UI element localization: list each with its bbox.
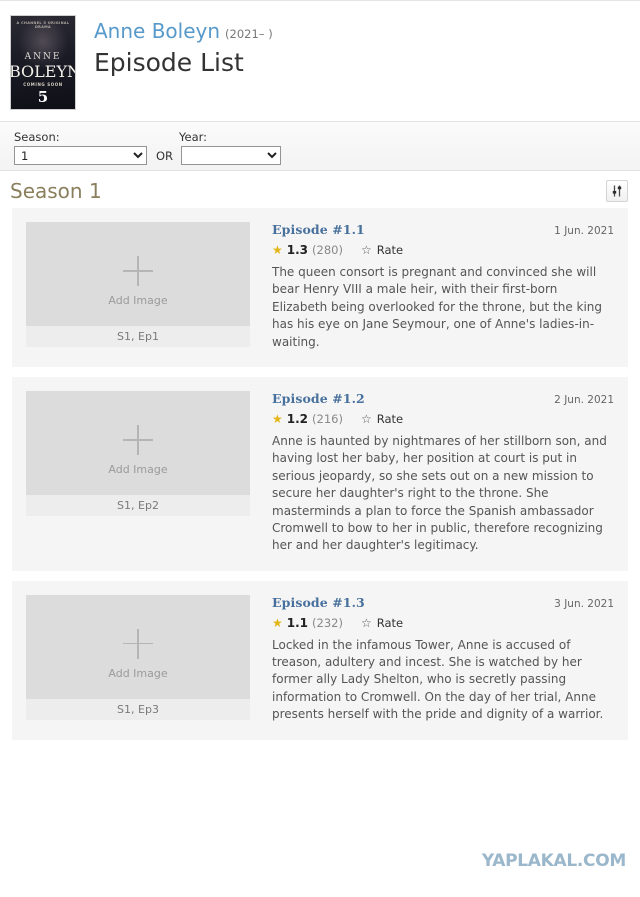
episode-description: The queen consort is pregnant and convin… xyxy=(272,265,603,349)
rate-button[interactable]: ☆ Rate xyxy=(361,616,403,630)
episode-title-link[interactable]: Episode #1.3 xyxy=(272,595,365,610)
season-header-row: Season 1 xyxy=(0,171,640,208)
rate-label: Rate xyxy=(376,615,404,630)
show-poster-thumbnail[interactable]: A CHANNEL 5 ORIGINAL DRAMA ANNE BOLEYN C… xyxy=(10,15,76,110)
episode-list-page: A CHANNEL 5 ORIGINAL DRAMA ANNE BOLEYN C… xyxy=(0,0,640,897)
episode-rating-row: ★ 1.1 (232) ☆ Rate xyxy=(272,616,614,630)
rate-button[interactable]: ☆ Rate xyxy=(361,243,403,257)
episode-rating-count: (232) xyxy=(312,615,343,630)
episode-rating-row: ★ 1.2 (216) ☆ Rate xyxy=(272,412,614,426)
season-label: Season: xyxy=(14,130,60,144)
add-image-placeholder[interactable]: Add Image xyxy=(26,594,250,699)
episode-image-column: Add Image S1, Ep1 xyxy=(26,222,250,351)
season-select[interactable]: 1 xyxy=(14,146,147,166)
episode-air-date: 2 Jun. 2021 xyxy=(554,393,614,406)
episode-image-column: Add Image S1, Ep2 xyxy=(26,390,250,555)
filter-bar: Season: Year: 1 OR xyxy=(0,121,640,171)
star-filled-icon: ★ xyxy=(272,615,283,630)
plus-icon xyxy=(123,628,153,659)
episode-rating-value: 1.2 xyxy=(286,411,309,426)
episode-body: Episode #1.1 1 Jun. 2021 ★ 1.3 (280) ☆ R… xyxy=(250,222,628,351)
episode-image-caption: S1, Ep2 xyxy=(26,494,250,516)
episode-body: Episode #1.2 2 Jun. 2021 ★ 1.2 (216) ☆ R… xyxy=(250,391,628,555)
episode-image-caption: S1, Ep1 xyxy=(26,326,250,347)
episode-air-date: 3 Jun. 2021 xyxy=(554,597,614,610)
poster-coming-soon: Coming Soon xyxy=(23,82,63,87)
or-separator: OR xyxy=(156,148,174,163)
year-label: Year: xyxy=(179,130,208,144)
poster-name-line2: BOLEYN xyxy=(10,62,76,81)
add-image-placeholder[interactable]: Add Image xyxy=(26,222,250,326)
plus-icon xyxy=(123,424,153,455)
poster-tagline: A CHANNEL 5 ORIGINAL DRAMA xyxy=(16,21,70,29)
episode-title-row: Episode #1.1 1 Jun. 2021 xyxy=(272,222,614,237)
episode-rating-count: (216) xyxy=(312,411,343,426)
episode-description: Anne is haunted by nightmares of her sti… xyxy=(272,433,607,553)
episode-list: Add Image S1, Ep1 Episode #1.1 1 Jun. 20… xyxy=(0,208,640,740)
plus-icon xyxy=(123,256,153,286)
episode-rating-count: (280) xyxy=(312,243,343,257)
poster-name-line1: ANNE xyxy=(24,52,62,62)
episode-card: Add Image S1, Ep3 Episode #1.3 3 Jun. 20… xyxy=(12,580,628,740)
sort-sliders-icon xyxy=(612,185,622,197)
year-select[interactable] xyxy=(181,146,282,166)
episode-rating-value: 1.3 xyxy=(286,243,309,257)
rate-label: Rate xyxy=(376,411,404,426)
star-filled-icon: ★ xyxy=(272,411,283,426)
episode-title-row: Episode #1.3 3 Jun. 2021 xyxy=(272,595,614,610)
episode-air-date: 1 Jun. 2021 xyxy=(554,225,614,237)
show-years: (2021– ) xyxy=(225,27,273,41)
page-title: Episode List xyxy=(94,48,244,77)
add-image-label: Add Image xyxy=(108,294,168,307)
add-image-placeholder[interactable]: Add Image xyxy=(26,390,250,495)
episode-card: Add Image S1, Ep1 Episode #1.1 1 Jun. 20… xyxy=(12,208,628,367)
episode-title-row: Episode #1.2 2 Jun. 2021 xyxy=(272,391,614,406)
add-image-label: Add Image xyxy=(108,462,168,476)
episode-card: Add Image S1, Ep2 Episode #1.2 2 Jun. 20… xyxy=(12,376,628,571)
rate-label: Rate xyxy=(376,243,404,257)
episode-title-link[interactable]: Episode #1.1 xyxy=(272,222,365,237)
star-outline-icon: ☆ xyxy=(360,411,372,426)
filter-labels: Season: Year: xyxy=(14,130,640,144)
header-text-block: Anne Boleyn (2021– ) Episode List xyxy=(76,15,273,75)
episode-body: Episode #1.3 3 Jun. 2021 ★ 1.1 (232) ☆ R… xyxy=(250,595,628,724)
filter-controls-row: 1 OR xyxy=(14,146,640,166)
episode-description: Locked in the infamous Tower, Anne is ac… xyxy=(272,637,604,722)
site-watermark: YAPLAKAL.COM xyxy=(481,851,626,871)
page-header: A CHANNEL 5 ORIGINAL DRAMA ANNE BOLEYN C… xyxy=(0,1,640,121)
show-line: Anne Boleyn (2021– ) xyxy=(94,21,273,41)
episode-rating-row: ★ 1.3 (280) ☆ Rate xyxy=(272,243,614,257)
page-bottom-spacer xyxy=(0,871,640,897)
star-filled-icon: ★ xyxy=(272,243,283,257)
star-outline-icon: ☆ xyxy=(360,243,372,257)
rate-button[interactable]: ☆ Rate xyxy=(361,412,403,426)
add-image-label: Add Image xyxy=(108,666,168,680)
star-outline-icon: ☆ xyxy=(360,615,372,630)
show-title-link[interactable]: Anne Boleyn xyxy=(94,19,220,43)
episode-title-link[interactable]: Episode #1.2 xyxy=(272,391,365,406)
episode-image-column: Add Image S1, Ep3 xyxy=(26,594,250,724)
episode-image-caption: S1, Ep3 xyxy=(26,698,250,720)
poster-channel-logo: 5 xyxy=(37,88,49,106)
episode-rating-value: 1.1 xyxy=(286,615,309,630)
sort-order-toggle-button[interactable] xyxy=(606,180,628,202)
season-heading: Season 1 xyxy=(10,179,102,203)
